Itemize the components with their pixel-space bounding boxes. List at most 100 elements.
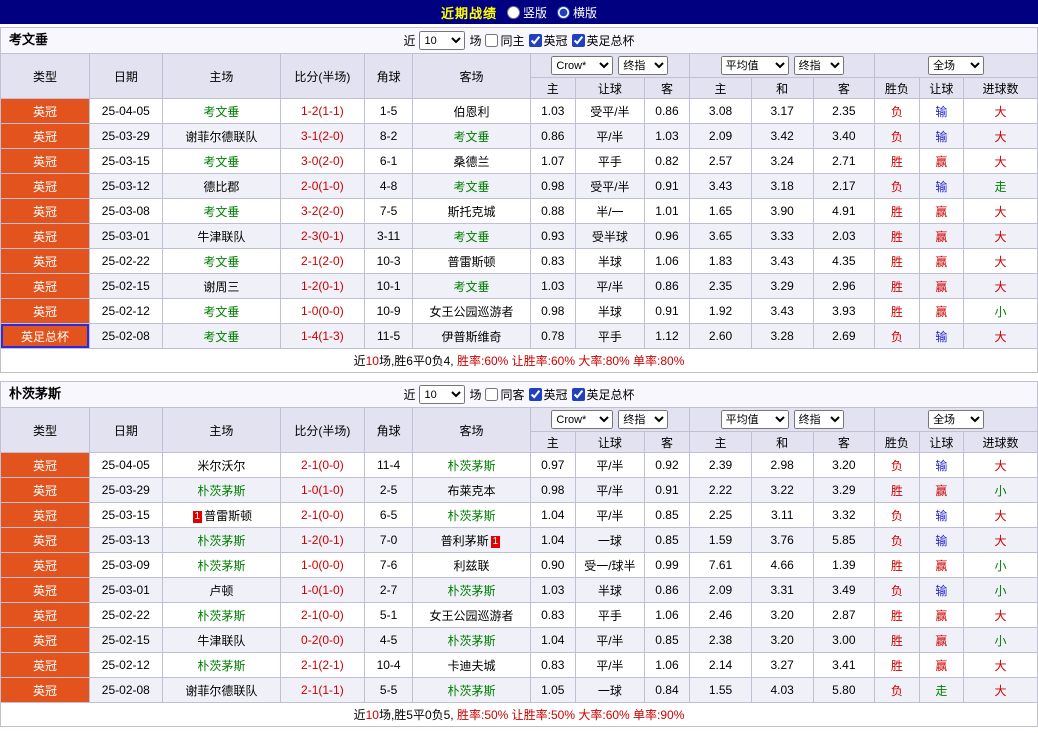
handicap-line: 一球 <box>575 677 645 703</box>
filter-checkbox-2[interactable]: 英足总杯 <box>571 386 635 403</box>
filter-checkbox-0[interactable]: 同客 <box>485 386 525 403</box>
league-type-badge[interactable]: 英冠 <box>0 527 90 553</box>
average-select[interactable]: 平均值 <box>720 410 789 429</box>
match-count-select[interactable]: 10 <box>419 31 466 50</box>
league-type-badge[interactable]: 英冠 <box>0 223 90 249</box>
team-link[interactable]: 考文垂 <box>453 280 489 294</box>
team-link[interactable]: 朴茨茅斯 <box>197 484 245 498</box>
match-count-select[interactable]: 10 <box>419 385 466 404</box>
league-type-badge[interactable]: 英冠 <box>0 627 90 653</box>
layout-option-vertical[interactable]: 竖版 <box>506 4 547 21</box>
team-link[interactable]: 考文垂 <box>203 155 239 169</box>
avg-away-odds: 3.00 <box>812 627 876 653</box>
team-link[interactable]: 牛津联队 <box>197 230 245 244</box>
handicap-away-odds: 0.99 <box>643 552 691 578</box>
team-link[interactable]: 朴茨茅斯 <box>197 659 245 673</box>
league-type-badge[interactable]: 英冠 <box>0 173 90 199</box>
filter-checkbox-input-1[interactable] <box>528 34 542 47</box>
league-type-badge[interactable]: 英冠 <box>0 602 90 628</box>
team-link[interactable]: 朴茨茅斯 <box>197 559 245 573</box>
league-type-badge[interactable]: 英冠 <box>0 552 90 578</box>
results-table: 类型 日期 主场 比分(半场) 角球 客场 Crow* 终指 平均值 终指 全场主让球客主和客胜负让… <box>0 407 1038 727</box>
odds-source-selects: Crow* 终指 <box>532 410 689 429</box>
team-link[interactable]: 谢周三 <box>203 280 239 294</box>
filter-checkbox-2[interactable]: 英足总杯 <box>571 32 635 49</box>
league-type-badge[interactable]: 英冠 <box>0 477 90 503</box>
away-team-cell: 卡迪夫城 <box>412 652 531 678</box>
team-link[interactable]: 伯恩利 <box>453 105 489 119</box>
handicap-away-odds: 0.85 <box>643 627 691 653</box>
handicap-line: 平/半 <box>575 502 645 528</box>
league-type-badge[interactable]: 英冠 <box>0 198 90 224</box>
filter-checkbox-1[interactable]: 英冠 <box>528 32 568 49</box>
horizontal-layout-radio[interactable] <box>557 5 570 19</box>
team-link[interactable]: 朴茨茅斯 <box>447 459 495 473</box>
team-link[interactable]: 卡迪夫城 <box>447 659 495 673</box>
filter-checkbox-input-0[interactable] <box>485 34 499 47</box>
team-link[interactable]: 考文垂 <box>203 105 239 119</box>
final-odds-select[interactable]: 终指 <box>618 410 669 429</box>
team-link[interactable]: 利兹联 <box>453 559 489 573</box>
avg-away-odds: 2.03 <box>812 223 876 249</box>
league-type-badge[interactable]: 英冠 <box>0 248 90 274</box>
header-row-groups: 类型 日期 主场 比分(半场) 角球 客场 Crow* 终指 平均值 终指 全场 <box>0 407 1038 453</box>
league-type-badge[interactable]: 英冠 <box>0 502 90 528</box>
league-type-badge[interactable]: 英冠 <box>0 677 90 703</box>
bookmaker-select[interactable]: Crow* <box>551 410 614 429</box>
team-link[interactable]: 卢顿 <box>209 584 233 598</box>
team-link[interactable]: 桑德兰 <box>453 155 489 169</box>
filter-checkbox-1[interactable]: 英冠 <box>528 386 568 403</box>
team-link[interactable]: 朴茨茅斯 <box>197 534 245 548</box>
filter-checkbox-0[interactable]: 同主 <box>485 32 525 49</box>
league-type-badge[interactable]: 英足总杯 <box>0 323 90 349</box>
filter-checkbox-input-2[interactable] <box>571 388 585 401</box>
team-link[interactable]: 普雷斯顿 <box>447 255 495 269</box>
team-link[interactable]: 朴茨茅斯 <box>447 684 495 698</box>
team-link[interactable]: 女王公园巡游者 <box>429 609 513 623</box>
league-type-badge[interactable]: 英冠 <box>0 123 90 149</box>
team-link[interactable]: 考文垂 <box>203 305 239 319</box>
scope-select[interactable]: 全场 <box>928 56 985 75</box>
team-link[interactable]: 朴茨茅斯 <box>447 509 495 523</box>
team-section-1: 考文垂近 10 场同主 英冠 英足总杯 类型 日期 主场 比分(半场) 角球 客场 Crow* 终指 平均… <box>0 27 1038 373</box>
team-link[interactable]: 牛津联队 <box>197 634 245 648</box>
league-type-badge[interactable]: 英冠 <box>0 652 90 678</box>
team-link[interactable]: 德比郡 <box>203 180 239 194</box>
team-link[interactable]: 布莱克本 <box>447 484 495 498</box>
league-type-badge[interactable]: 英冠 <box>0 98 90 124</box>
team-link[interactable]: 伊普斯维奇 <box>441 330 501 344</box>
team-link[interactable]: 考文垂 <box>203 330 239 344</box>
average-select[interactable]: 平均值 <box>720 56 789 75</box>
scope-select[interactable]: 全场 <box>928 410 985 429</box>
team-link[interactable]: 谢菲尔德联队 <box>185 684 257 698</box>
team-link[interactable]: 普利茅斯 <box>441 534 489 548</box>
league-type-badge[interactable]: 英冠 <box>0 298 90 324</box>
team-link[interactable]: 朴茨茅斯 <box>197 609 245 623</box>
result-goals: 大 <box>963 652 1038 678</box>
team-link[interactable]: 朴茨茅斯 <box>447 634 495 648</box>
vertical-layout-radio[interactable] <box>506 5 520 19</box>
team-link[interactable]: 朴茨茅斯 <box>447 584 495 598</box>
team-link[interactable]: 考文垂 <box>453 180 489 194</box>
team-link[interactable]: 考文垂 <box>453 230 489 244</box>
team-link[interactable]: 女王公园巡游者 <box>429 305 513 319</box>
final-odds-select-2[interactable]: 终指 <box>793 56 844 75</box>
league-type-badge[interactable]: 英冠 <box>0 452 90 478</box>
league-type-badge[interactable]: 英冠 <box>0 577 90 603</box>
team-link[interactable]: 米尔沃尔 <box>197 459 245 473</box>
team-link[interactable]: 考文垂 <box>203 255 239 269</box>
league-type-badge[interactable]: 英冠 <box>0 148 90 174</box>
filter-checkbox-input-2[interactable] <box>571 34 585 47</box>
layout-option-horizontal[interactable]: 横版 <box>557 4 597 21</box>
filter-checkbox-input-0[interactable] <box>485 388 499 401</box>
team-link[interactable]: 考文垂 <box>453 130 489 144</box>
team-link[interactable]: 考文垂 <box>203 205 239 219</box>
filter-checkbox-input-1[interactable] <box>528 388 542 401</box>
final-odds-select[interactable]: 终指 <box>618 56 669 75</box>
bookmaker-select[interactable]: Crow* <box>551 56 614 75</box>
league-type-badge[interactable]: 英冠 <box>0 273 90 299</box>
team-link[interactable]: 斯托克城 <box>447 205 495 219</box>
team-link[interactable]: 谢菲尔德联队 <box>185 130 257 144</box>
final-odds-select-2[interactable]: 终指 <box>793 410 844 429</box>
team-link[interactable]: 普雷斯顿 <box>204 509 252 523</box>
